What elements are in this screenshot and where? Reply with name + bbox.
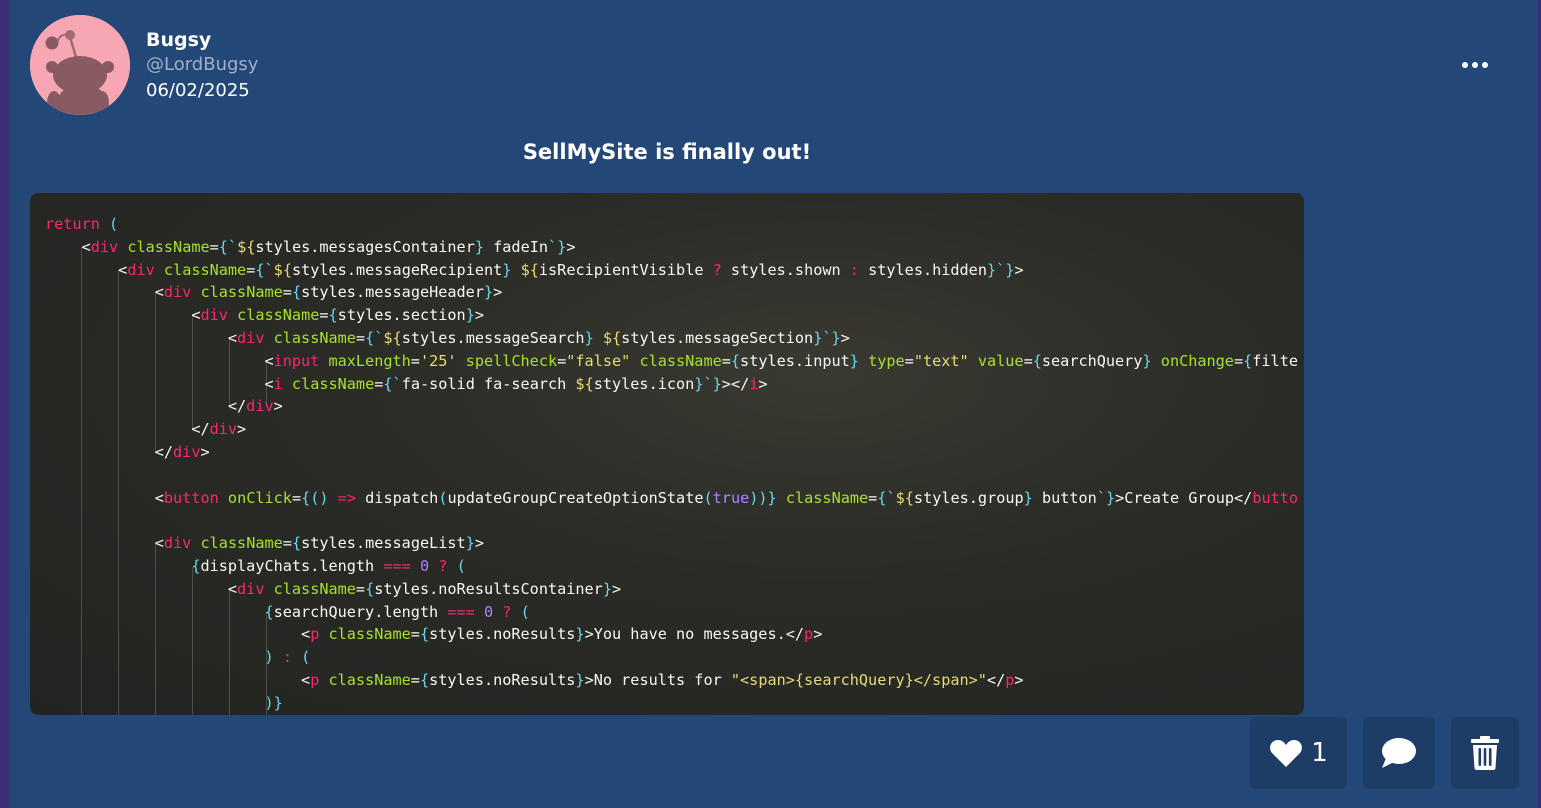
delete-button[interactable] xyxy=(1451,717,1519,789)
ellipsis-icon xyxy=(1462,62,1468,68)
comment-icon xyxy=(1382,738,1416,768)
code-snippet: return ( <div className={`${styles.messa… xyxy=(30,193,1304,715)
ellipsis-dot xyxy=(1472,62,1478,68)
post-title: SellMySite is finally out! xyxy=(522,140,812,164)
trash-icon xyxy=(1471,736,1499,770)
post-date: 06/02/2025 xyxy=(146,80,250,101)
code-block: return ( <div className={`${styles.messa… xyxy=(45,215,1299,712)
ellipsis-dot xyxy=(1482,62,1488,68)
heart-icon xyxy=(1270,739,1303,767)
left-edge-strip xyxy=(0,0,9,808)
author-name[interactable]: Bugsy xyxy=(146,29,211,51)
comment-button[interactable] xyxy=(1363,717,1435,789)
like-button[interactable]: 1 xyxy=(1250,717,1347,789)
like-count: 1 xyxy=(1311,738,1328,768)
author-handle[interactable]: @LordBugsy xyxy=(146,54,258,75)
more-options-button[interactable] xyxy=(1455,52,1495,78)
avatar[interactable] xyxy=(30,15,130,115)
reddit-alien-avatar-icon xyxy=(30,15,130,115)
